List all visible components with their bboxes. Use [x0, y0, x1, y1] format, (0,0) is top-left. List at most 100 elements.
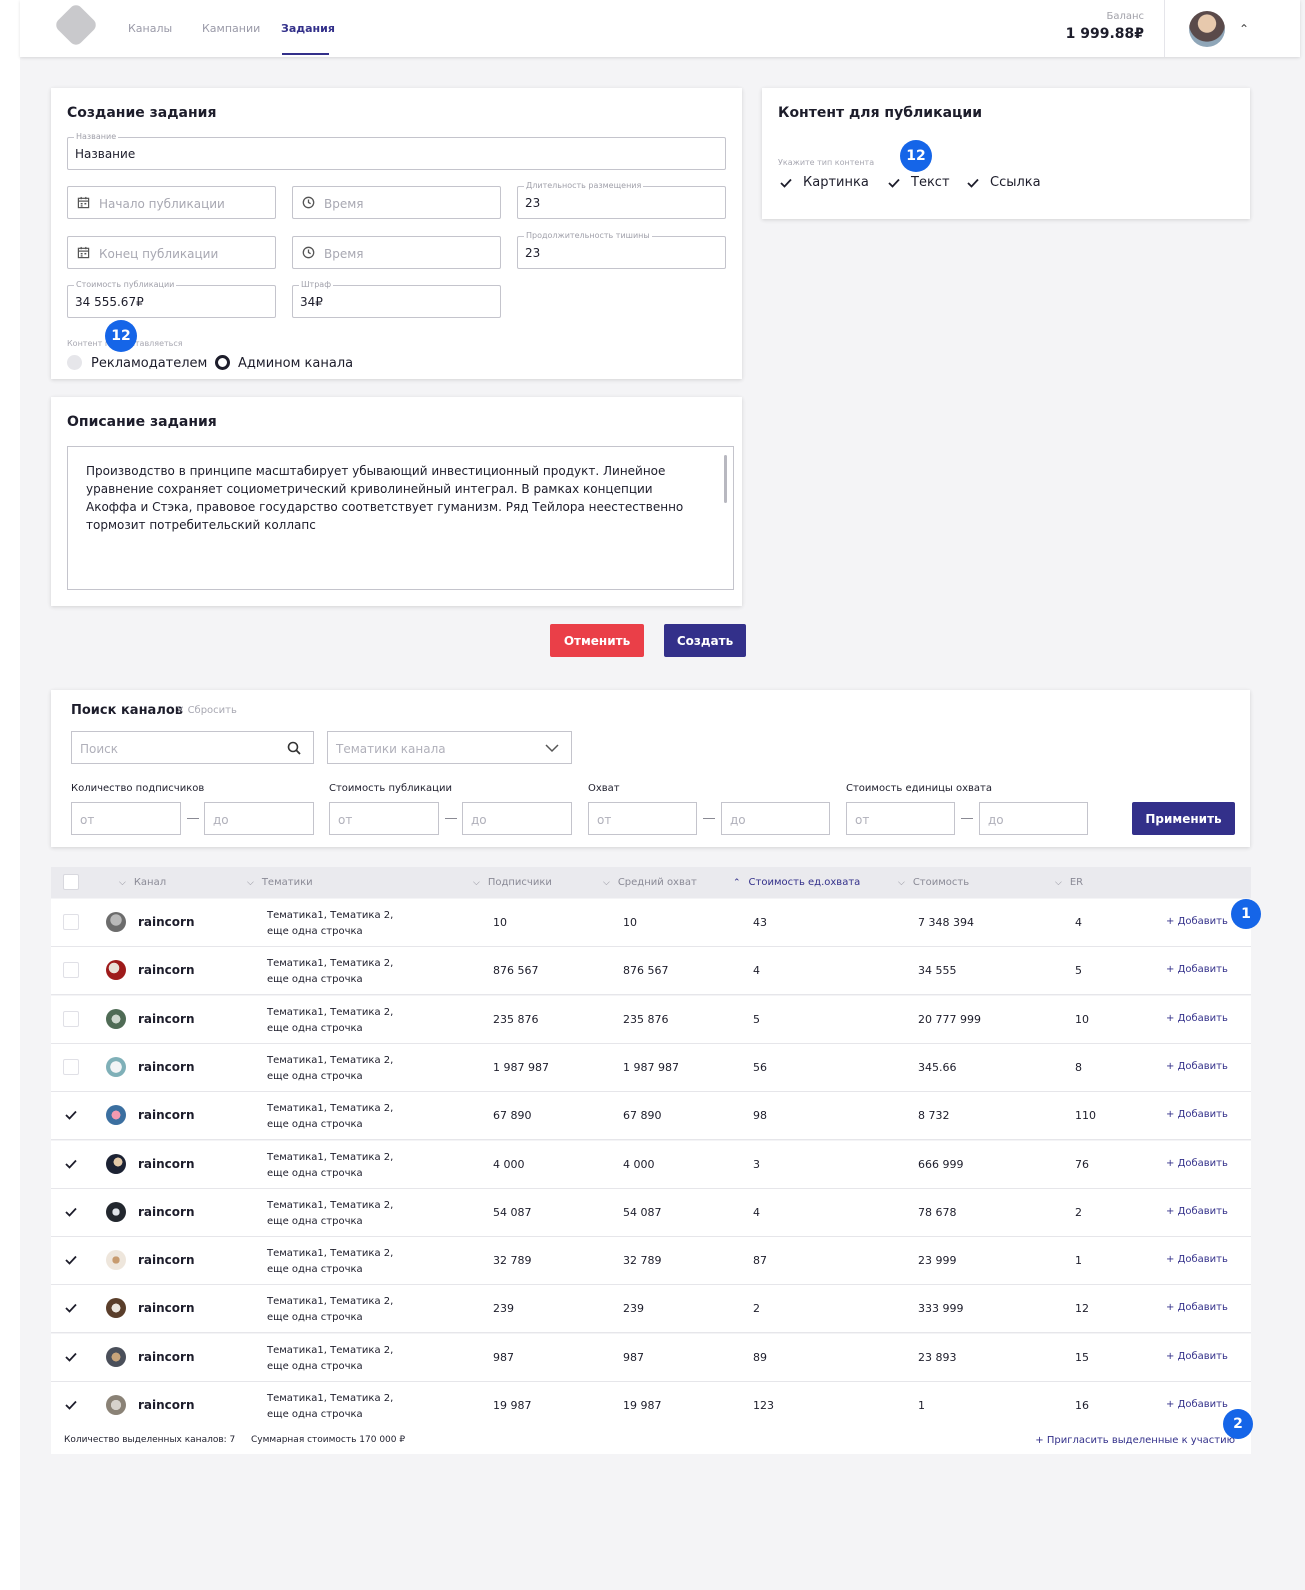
cost-from-input[interactable]: от [329, 802, 439, 835]
row-checkbox[interactable] [63, 1058, 79, 1075]
cell-channel[interactable]: raincorn [138, 1398, 195, 1412]
subscribers-from-input[interactable]: от [71, 802, 181, 835]
unit-cost-to-input[interactable]: до [979, 802, 1088, 835]
col-er[interactable]: ⌵ ER [1055, 877, 1083, 888]
cell-unit-cost: 4 [753, 964, 760, 978]
checkbox-image[interactable] [779, 176, 793, 190]
row-checkbox[interactable] [63, 1010, 79, 1027]
nav-campaigns[interactable]: Кампании [202, 22, 260, 35]
cancel-button[interactable]: Отменить [550, 624, 644, 657]
to-placeholder: до [471, 813, 487, 827]
cell-cost: 20 777 999 [918, 1012, 981, 1026]
select-all-checkbox[interactable] [63, 874, 79, 890]
checkbox-link[interactable] [966, 176, 980, 190]
cell-er: 2 [1075, 1205, 1082, 1219]
plus-icon: + [1166, 1012, 1178, 1024]
cell-channel[interactable]: raincorn [138, 1301, 195, 1315]
logo[interactable] [53, 2, 99, 48]
apply-button[interactable]: Применить [1132, 802, 1235, 835]
start-time-field[interactable]: Время [292, 186, 501, 219]
add-channel-button[interactable]: + Добавить [1166, 916, 1228, 927]
duration-field[interactable]: Длительность размещения 23 [517, 181, 726, 219]
task-name-field[interactable]: Название Название [67, 132, 726, 170]
cell-channel[interactable]: raincorn [138, 1205, 195, 1219]
scrollbar[interactable] [724, 455, 727, 503]
checkbox-text[interactable] [887, 176, 901, 190]
add-channel-button[interactable]: + Добавить [1166, 1109, 1228, 1120]
add-channel-button[interactable]: + Добавить [1166, 1013, 1228, 1024]
table-row[interactable]: raincorn Тематика1, Тематика 2, еще одна с… [51, 1285, 1251, 1334]
row-checkbox-checked[interactable] [63, 1203, 79, 1220]
fine-field[interactable]: Штраф 34₽ [292, 280, 501, 318]
row-checkbox-checked[interactable] [63, 1252, 79, 1269]
radio-channel-admin[interactable] [215, 355, 230, 370]
col-cost[interactable]: ⌵ Стоимость [898, 877, 969, 888]
table-row[interactable]: raincorn Тематика1, Тематика 2, еще одна с… [51, 1092, 1251, 1141]
invite-selected-link[interactable]: + Пригласить выделенные к участию [1035, 1435, 1235, 1446]
table-row[interactable]: raincorn Тематика1, Тематика 2, еще одна с… [51, 947, 1251, 996]
cell-channel[interactable]: raincorn [138, 1012, 195, 1026]
row-checkbox-checked[interactable] [63, 1300, 79, 1317]
topics-select[interactable]: Тематики канала [327, 731, 572, 764]
search-input[interactable]: Поиск [71, 731, 314, 764]
cell-topics-line: еще одна строчка [267, 926, 363, 937]
col-avg-reach[interactable]: ⌵ Средний охват [603, 877, 697, 888]
cell-channel[interactable]: raincorn [138, 915, 195, 929]
row-checkbox-checked[interactable] [63, 1397, 79, 1413]
description-textarea[interactable]: Производство в принципе масштабирует убы… [67, 446, 734, 590]
table-row[interactable]: raincorn Тематика1, Тематика 2, еще одна с… [51, 1140, 1251, 1189]
row-checkbox-checked[interactable] [63, 1107, 79, 1124]
table-row[interactable]: raincorn Тематика1, Тематика 2, еще одна с… [51, 995, 1251, 1044]
table-row[interactable]: raincorn Тематика1, Тематика 2, еще одна с… [51, 1237, 1251, 1286]
add-channel-button[interactable]: + Добавить [1166, 1158, 1228, 1169]
cost-field[interactable]: Стоимость публикации 34 555.67₽ [67, 280, 276, 318]
add-channel-button[interactable]: + Добавить [1166, 1302, 1228, 1313]
cell-channel[interactable]: raincorn [138, 963, 195, 977]
cell-channel[interactable]: raincorn [138, 1157, 195, 1171]
col-channel[interactable]: ⌵ Канал [119, 877, 166, 888]
add-channel-button[interactable]: + Добавить [1166, 1061, 1228, 1072]
col-unit-cost-label: Стоимость ед.охвата [748, 877, 861, 888]
table-row[interactable]: raincorn Тематика1, Тематика 2, еще одна с… [51, 899, 1251, 947]
reset-link[interactable]: ✕ Сбросить [176, 705, 237, 716]
row-checkbox-checked[interactable] [63, 1348, 79, 1365]
nav-tasks[interactable]: Задания [281, 22, 335, 35]
cell-avg-reach: 239 [623, 1302, 644, 1316]
table-row[interactable]: raincorn Тематика1, Тематика 2, еще одна с… [51, 1382, 1251, 1430]
col-topics[interactable]: ⌵ Тематики [247, 877, 313, 888]
chevron-up-icon: ⌃ [733, 878, 741, 888]
nav-channels[interactable]: Каналы [128, 22, 172, 35]
silence-field[interactable]: Продолжительность тишины 23 [517, 231, 726, 269]
row-checkbox[interactable] [63, 962, 79, 979]
end-date-field[interactable]: Конец публикации [67, 236, 276, 269]
subscribers-to-input[interactable]: до [204, 802, 314, 835]
add-channel-button[interactable]: + Добавить [1166, 964, 1228, 975]
cell-channel[interactable]: raincorn [138, 1060, 195, 1074]
cell-channel[interactable]: raincorn [138, 1108, 195, 1122]
add-channel-button[interactable]: + Добавить [1166, 1206, 1228, 1217]
chevron-up-icon[interactable]: ⌃ [1239, 22, 1249, 36]
end-time-field[interactable]: Время [292, 236, 501, 269]
create-button[interactable]: Создать [664, 624, 746, 657]
cell-channel[interactable]: raincorn [138, 1350, 195, 1364]
search-icon[interactable] [287, 741, 301, 755]
add-channel-button[interactable]: + Добавить [1166, 1351, 1228, 1362]
add-channel-button[interactable]: + Добавить [1166, 1254, 1228, 1265]
user-avatar[interactable] [1189, 11, 1225, 47]
row-checkbox-checked[interactable] [63, 1155, 79, 1172]
table-row[interactable]: raincorn Тематика1, Тематика 2, еще одна с… [51, 1043, 1251, 1092]
row-checkbox[interactable] [63, 914, 79, 930]
radio-advertiser[interactable] [67, 355, 82, 370]
add-channel-button[interactable]: + Добавить [1166, 1399, 1228, 1410]
reach-from-input[interactable]: от [588, 802, 697, 835]
col-subscribers[interactable]: ⌵ Подписчики [473, 877, 552, 888]
table-row[interactable]: raincorn Тематика1, Тематика 2, еще одна с… [51, 1188, 1251, 1237]
col-unit-cost[interactable]: ⌃ Стоимость ед.охвата [733, 877, 860, 888]
cell-topics: Тематика1, Тематика 2, еще одна строчка [267, 1198, 393, 1230]
table-row[interactable]: raincorn Тематика1, Тематика 2, еще одна с… [51, 1333, 1251, 1382]
cell-channel[interactable]: raincorn [138, 1253, 195, 1267]
start-date-field[interactable]: Начало публикации [67, 186, 276, 219]
unit-cost-from-input[interactable]: от [846, 802, 955, 835]
reach-to-input[interactable]: до [721, 802, 830, 835]
cost-to-input[interactable]: до [462, 802, 572, 835]
